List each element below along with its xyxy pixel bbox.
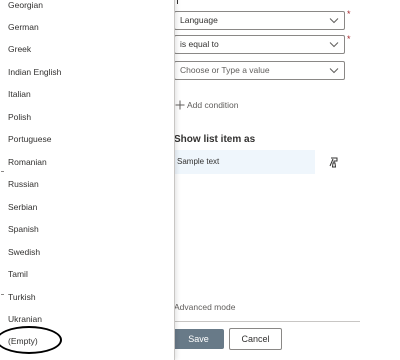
scroll-tick-mark — [1, 171, 4, 172]
field-select-value: Language — [180, 15, 218, 25]
plus-icon — [175, 100, 185, 110]
list-item-turkish[interactable]: Turkish — [0, 286, 174, 308]
show-list-item-as-heading: Show list item as — [174, 134, 256, 145]
field-select[interactable]: Language — [174, 11, 345, 30]
choice-dropdown-list: Georgian German Greek Indian English Ita… — [0, 0, 175, 360]
add-condition-label: Add condition — [187, 100, 239, 110]
value-placeholder: Choose or Type a value — [180, 65, 270, 75]
chevron-down-icon — [329, 18, 339, 24]
cancel-button[interactable]: Cancel — [229, 328, 282, 350]
list-item-portuguese[interactable]: Portuguese — [0, 128, 174, 150]
list-item-russian[interactable]: Russian — [0, 173, 174, 195]
operator-select[interactable]: is equal to — [174, 35, 345, 54]
list-item-tamil[interactable]: Tamil — [0, 263, 174, 285]
list-item-italian[interactable]: Italian — [0, 83, 174, 105]
list-item-greek[interactable]: Greek — [0, 38, 174, 60]
list-item-indian-english[interactable]: Indian English — [0, 61, 174, 83]
required-marker: * — [347, 9, 351, 19]
footer-divider — [174, 321, 360, 322]
chevron-down-icon — [329, 42, 339, 48]
format-brush-icon[interactable] — [328, 156, 340, 168]
required-marker: * — [347, 34, 351, 44]
scroll-tick-mark — [1, 294, 4, 295]
list-item-romanian[interactable]: Romanian — [0, 151, 174, 173]
operator-select-value: is equal to — [180, 39, 219, 49]
sample-text-preview[interactable]: Sample text — [174, 150, 315, 174]
save-button[interactable]: Save — [173, 329, 224, 349]
list-item-swedish[interactable]: Swedish — [0, 241, 174, 263]
value-combobox[interactable]: Choose or Type a value — [174, 61, 345, 80]
list-item-polish[interactable]: Polish — [0, 106, 174, 128]
advanced-mode-link[interactable]: Advanced mode — [174, 302, 235, 312]
add-condition-button[interactable]: Add condition — [175, 98, 239, 112]
list-item-georgian[interactable]: Georgian — [0, 0, 174, 16]
list-item-spanish[interactable]: Spanish — [0, 218, 174, 240]
list-item-german[interactable]: German — [0, 16, 174, 38]
chevron-down-icon — [329, 68, 339, 74]
list-item-serbian[interactable]: Serbian — [0, 196, 174, 218]
